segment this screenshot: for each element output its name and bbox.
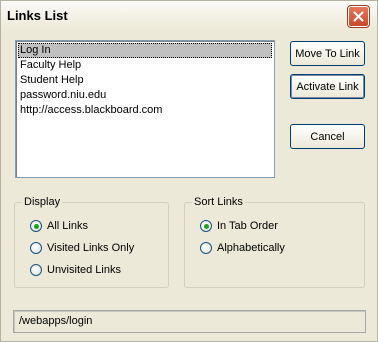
display-group: Display All Links Visited Links Only Unv… (14, 196, 169, 288)
radio-label: All Links (47, 220, 88, 232)
move-to-link-button[interactable]: Move To Link (290, 41, 365, 66)
list-item[interactable]: password.niu.edu (18, 88, 272, 103)
links-list-dialog: Links List Log In Faculty Help Student H… (0, 0, 378, 342)
move-to-link-label: Move To Link (295, 47, 360, 60)
cancel-button[interactable]: Cancel (290, 124, 365, 149)
status-url-field: /webapps/login (13, 310, 366, 333)
radio-button[interactable] (30, 242, 42, 254)
links-listbox[interactable]: Log In Faculty Help Student Help passwor… (15, 40, 275, 178)
radio-unvisited-links[interactable]: Unvisited Links (30, 263, 121, 277)
radio-label: Alphabetically (217, 242, 285, 254)
list-item[interactable]: Student Help (18, 73, 272, 88)
radio-all-links[interactable]: All Links (30, 219, 88, 233)
display-group-label: Display (22, 196, 63, 208)
cancel-label: Cancel (310, 130, 345, 143)
radio-button[interactable] (200, 220, 212, 232)
radio-label: Unvisited Links (47, 264, 121, 276)
sort-links-group: Sort Links In Tab Order Alphabetically (184, 196, 365, 288)
radio-visited-links-only[interactable]: Visited Links Only (30, 241, 134, 255)
close-button[interactable] (347, 5, 370, 28)
sort-links-group-label: Sort Links (192, 196, 245, 208)
activate-link-label: Activate Link (296, 80, 359, 93)
status-url-text: /webapps/login (19, 315, 93, 327)
list-item[interactable]: Faculty Help (18, 58, 272, 73)
close-icon (353, 11, 364, 22)
radio-button[interactable] (30, 220, 42, 232)
radio-in-tab-order[interactable]: In Tab Order (200, 219, 278, 233)
activate-link-button[interactable]: Activate Link (290, 74, 365, 99)
radio-label: In Tab Order (217, 220, 278, 232)
window-title: Links List (7, 8, 68, 23)
title-bar[interactable]: Links List (1, 1, 377, 31)
radio-button[interactable] (200, 242, 212, 254)
radio-alphabetically[interactable]: Alphabetically (200, 241, 285, 255)
list-item[interactable]: http://access.blackboard.com (18, 103, 272, 118)
list-item[interactable]: Log In (18, 43, 272, 58)
radio-label: Visited Links Only (47, 242, 135, 254)
radio-button[interactable] (30, 264, 42, 276)
